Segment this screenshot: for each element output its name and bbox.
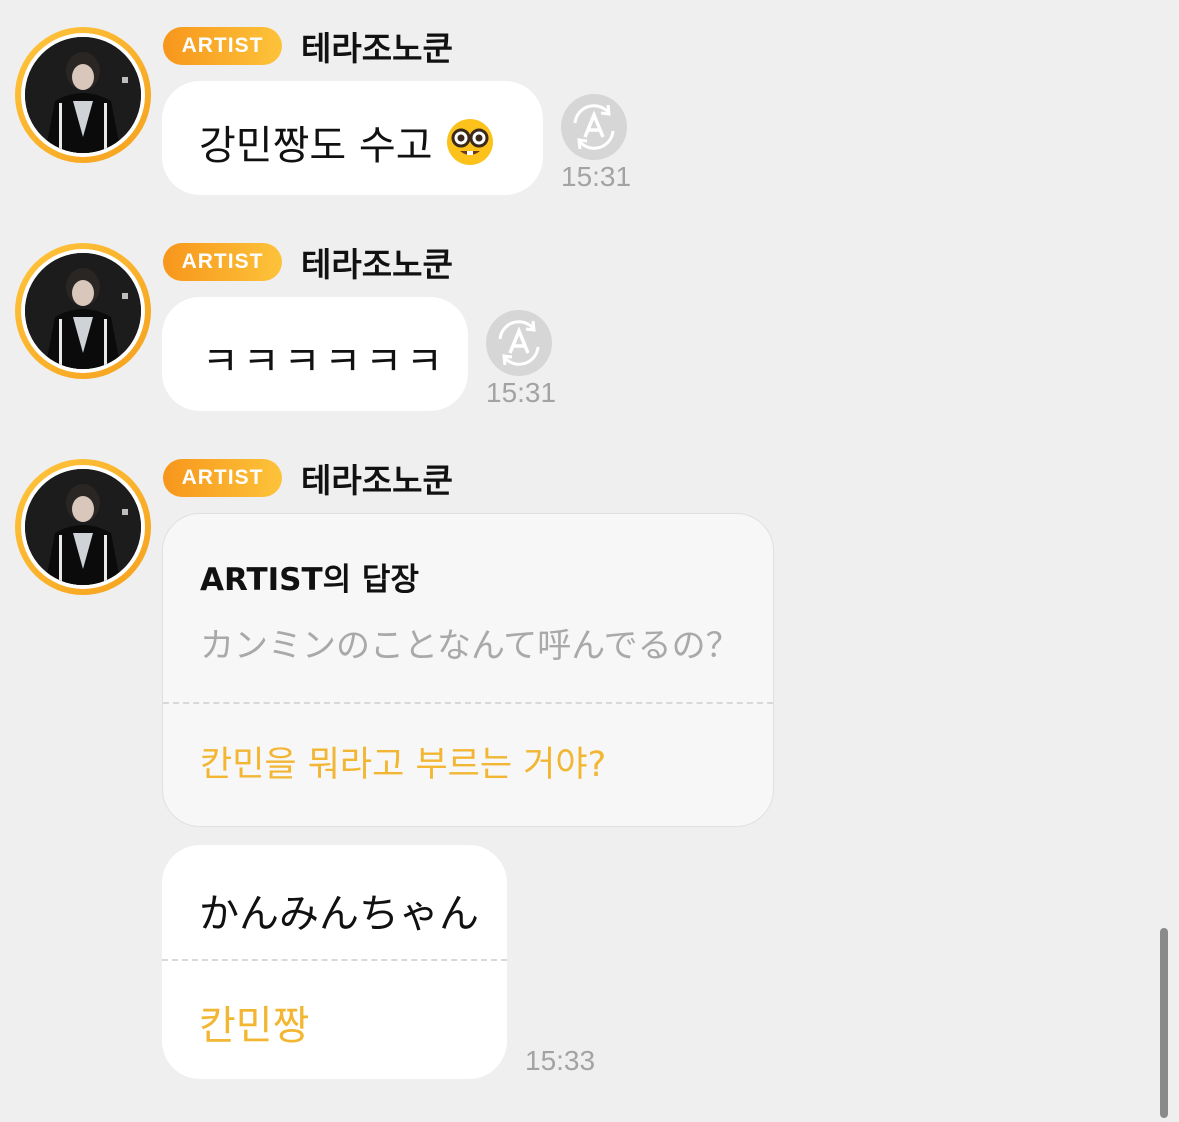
- avatar[interactable]: [15, 27, 151, 163]
- auto-translate-icon[interactable]: [560, 93, 628, 161]
- message-bubble[interactable]: 강민짱도 수고: [162, 81, 543, 195]
- avatar[interactable]: [15, 459, 151, 595]
- message-bubble[interactable]: かんみんちゃん 칸민짱: [162, 845, 507, 1079]
- message-time: 15:33: [525, 1045, 596, 1076]
- message-text-wrap: 강민짱도 수고: [199, 113, 495, 171]
- avatar-photo: [25, 469, 141, 585]
- sender-name[interactable]: 테라조노쿤: [301, 22, 453, 70]
- sender-header: ARTIST 테라조노쿤: [163, 26, 453, 68]
- avatar-ring: [21, 33, 145, 157]
- nerd-face-icon: [445, 117, 495, 167]
- scrollbar[interactable]: [1160, 928, 1168, 1118]
- sender-name[interactable]: 테라조노쿤: [301, 238, 453, 286]
- sender-name[interactable]: 테라조노쿤: [301, 454, 453, 502]
- artist-badge: ARTIST: [163, 459, 282, 497]
- avatar[interactable]: [15, 243, 151, 379]
- divider: [163, 702, 773, 704]
- avatar-ring: [21, 249, 145, 373]
- reply-card[interactable]: ARTIST의 답장 カンミンのことなんて呼んでるの？ 칸민을 뭐라고 부르는 …: [162, 513, 774, 827]
- reply-title: ARTIST의 답장: [200, 562, 419, 598]
- message-time: 15:31: [486, 377, 557, 408]
- message-time: 15:31: [561, 161, 632, 192]
- divider: [162, 959, 507, 961]
- message-translation: 칸민짱: [199, 1003, 310, 1049]
- reply-original-text: カンミンのことなんて呼んでるの？: [200, 626, 740, 666]
- chat-view[interactable]: ARTIST 테라조노쿤 강민짱도 수고 15:31 ARTIST 테라조노쿤 …: [0, 0, 1179, 1122]
- artist-badge: ARTIST: [163, 243, 282, 281]
- auto-translate-icon[interactable]: [485, 309, 553, 377]
- message-bubble[interactable]: ㅋㅋㅋㅋㅋㅋ: [162, 297, 468, 411]
- message-text: ㅋㅋㅋㅋㅋㅋ: [202, 339, 447, 385]
- avatar-ring: [21, 465, 145, 589]
- avatar-photo: [25, 37, 141, 153]
- message-text: 강민짱도 수고: [199, 123, 433, 169]
- artist-badge: ARTIST: [163, 27, 282, 65]
- reply-translation: 칸민을 뭐라고 부르는 거야?: [200, 745, 607, 785]
- message-text: かんみんちゃん: [199, 891, 479, 937]
- sender-header: ARTIST 테라조노쿤: [163, 242, 453, 284]
- avatar-photo: [25, 253, 141, 369]
- sender-header: ARTIST 테라조노쿤: [163, 458, 453, 500]
